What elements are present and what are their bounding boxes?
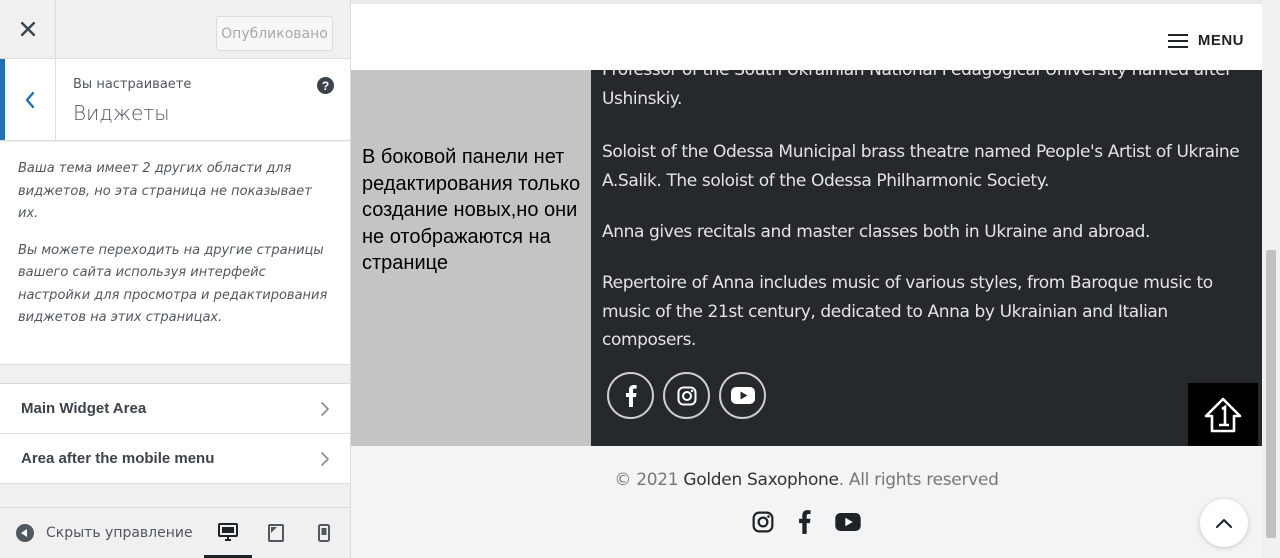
customizer-header: Опубликовано <box>0 0 350 59</box>
close-icon <box>20 22 35 36</box>
youtube-link[interactable] <box>719 372 766 419</box>
tablet-icon <box>268 524 284 542</box>
scroll-to-top-button[interactable] <box>1200 499 1248 547</box>
facebook-icon[interactable] <box>798 510 811 534</box>
publish-button[interactable]: Опубликовано <box>216 16 333 51</box>
collapse-label: Скрыть управление <box>46 525 193 541</box>
desktop-icon <box>218 522 238 541</box>
chevron-up-icon <box>1216 519 1232 528</box>
facebook-link[interactable] <box>607 372 654 419</box>
bio-section: Professor of the South Ukrainian Nationa… <box>591 70 1262 446</box>
mobile-icon <box>318 524 330 542</box>
widget-area-list: Main Widget Area Area after the mobile m… <box>0 383 350 484</box>
section-header: Вы настраиваете Виджеты ? <box>0 59 350 141</box>
youtube-icon[interactable] <box>835 513 861 531</box>
instagram-icon[interactable] <box>752 511 774 533</box>
collapse-arrow-icon <box>16 524 34 542</box>
chevron-left-icon <box>25 91 35 108</box>
site-logo[interactable] <box>1188 383 1258 447</box>
facebook-icon <box>625 384 637 407</box>
customizer-sidebar: Опубликовано Вы настраиваете Виджеты ? В… <box>0 0 351 558</box>
description-paragraph: Ваша тема имеет 2 других области для вид… <box>18 161 312 221</box>
back-button[interactable] <box>0 59 56 140</box>
copyright-suffix: . All rights reserved <box>838 470 999 490</box>
preview-mobile-button[interactable] <box>300 508 348 558</box>
bio-paragraph: Professor of the South Ukrainian Nationa… <box>602 70 1232 109</box>
copyright-text: © 2021 Golden Saxophone. All rights rese… <box>351 470 1262 490</box>
scrollbar-thumb[interactable] <box>1266 250 1276 538</box>
house-logo-icon <box>1204 397 1242 433</box>
description-paragraph: Вы можете переходить на другие страницы … <box>18 242 328 326</box>
widget-area-mobile-menu[interactable]: Area after the mobile menu <box>0 433 350 484</box>
menu-label: MENU <box>1197 32 1244 49</box>
footer-social-icons <box>351 510 1262 534</box>
close-customizer-button[interactable] <box>0 0 56 58</box>
preview-tablet-button[interactable] <box>252 508 300 558</box>
site-header: MENU <box>351 0 1262 70</box>
bio-paragraph: Anna gives recitals and master classes b… <box>602 222 1150 242</box>
bio-paragraph: Repertoire of Anna includes music of var… <box>602 273 1213 350</box>
instagram-link[interactable] <box>663 372 710 419</box>
bio-paragraph: Soloist of the Odessa Municipal brass th… <box>602 142 1240 191</box>
footer-brand-link[interactable]: Golden Saxophone <box>683 470 839 490</box>
menu-button[interactable]: MENU <box>1167 32 1244 49</box>
customizer-footer: Скрыть управление <box>0 507 350 558</box>
copyright-year: © 2021 <box>614 470 679 490</box>
widget-area-main[interactable]: Main Widget Area <box>0 383 350 434</box>
help-icon[interactable]: ? <box>317 77 334 94</box>
widget-area-label: Area after the mobile menu <box>21 450 215 467</box>
collapse-controls-button[interactable]: Скрыть управление <box>16 508 193 558</box>
site-footer: © 2021 Golden Saxophone. All rights rese… <box>351 446 1262 558</box>
section-title: Виджеты <box>73 101 170 125</box>
instagram-icon <box>677 386 696 405</box>
chevron-right-icon <box>321 402 329 416</box>
site-preview: MENU В боковой панели нет редактирования… <box>351 0 1280 558</box>
chevron-right-icon <box>321 452 329 466</box>
preview-desktop-button[interactable] <box>204 508 252 558</box>
hamburger-icon <box>1167 33 1188 48</box>
section-description: Ваша тема имеет 2 других области для вид… <box>0 142 350 365</box>
preview-scrollbar[interactable] <box>1262 0 1280 558</box>
sidebar-note-text: В боковой панели нет редактирования толь… <box>362 146 581 274</box>
youtube-icon <box>730 387 755 404</box>
breadcrumb: Вы настраиваете <box>73 77 192 92</box>
sidebar-widget-column: В боковой панели нет редактирования толь… <box>351 70 591 446</box>
widget-area-label: Main Widget Area <box>21 400 147 417</box>
